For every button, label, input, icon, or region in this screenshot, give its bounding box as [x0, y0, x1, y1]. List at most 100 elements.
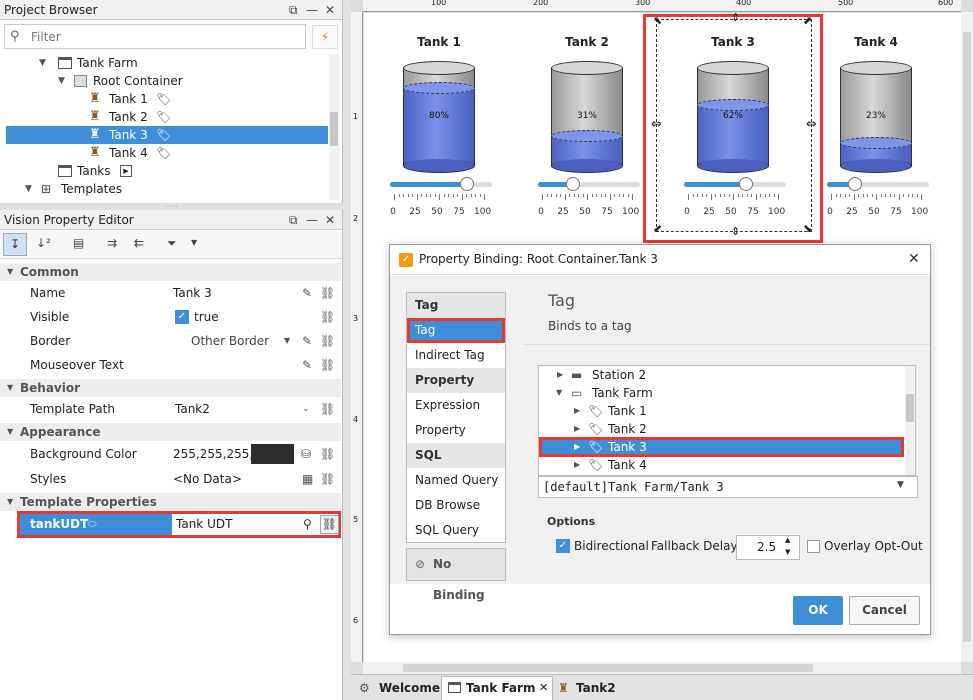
sort-category-icon[interactable]: ↧ — [3, 233, 27, 256]
paint-bucket-icon[interactable]: ⛁ — [301, 442, 311, 466]
slider-knob[interactable] — [566, 177, 580, 191]
link-icon[interactable]: ⛓ — [320, 397, 335, 421]
detail-view-icon[interactable]: ▤ — [73, 236, 84, 250]
visible-checkbox[interactable]: ✓ — [175, 310, 189, 324]
link-icon[interactable]: ⛓ — [320, 515, 339, 534]
chevron-right-icon[interactable]: ▶ — [574, 440, 580, 454]
tree-item-templates[interactable]: ▼ ⊞ Templates — [6, 180, 328, 198]
binding-option-tag[interactable]: Tag — [407, 318, 505, 343]
selection-dashed-box[interactable] — [656, 19, 812, 232]
border-select[interactable]: Other Border — [191, 329, 269, 353]
tag-tree-item-tank-1[interactable]: ▶ 🏷 Tank 1 — [539, 402, 904, 420]
chevron-down-icon[interactable]: ▼ — [191, 238, 197, 247]
link-icon[interactable]: ⛓ — [320, 467, 335, 491]
tree-item-tanks[interactable]: Tanks ▶ — [6, 162, 328, 180]
scrollbar-thumb[interactable] — [330, 112, 338, 146]
binding-option-expression[interactable]: Expression — [407, 393, 505, 418]
resize-handle-e[interactable]: ⇔ — [806, 117, 817, 132]
binding-option-indirect-tag[interactable]: Indirect Tag — [407, 343, 505, 368]
chevron-right-icon[interactable]: ▶ — [574, 402, 580, 420]
level-slider[interactable]: 0 25 50 75 100 — [534, 176, 640, 217]
scrollbar-thumb[interactable] — [963, 32, 971, 642]
resize-handle-nw[interactable]: ⬉ — [653, 14, 662, 27]
chevron-right-icon[interactable]: ▶ — [557, 366, 563, 384]
vertical-splitter[interactable] — [343, 0, 351, 700]
template-path-select[interactable]: Tank2 — [175, 397, 210, 421]
binding-option-sql-query[interactable]: SQL Query — [407, 518, 505, 543]
chevron-down-icon[interactable]: ▼ — [556, 384, 562, 402]
no-binding-button[interactable]: ⊘ No Binding — [406, 548, 506, 602]
tree-item-tank-3[interactable]: ♜ Tank 3 🏷 — [6, 126, 328, 144]
bidirectional-checkbox[interactable]: ✓ — [556, 539, 570, 553]
splitter[interactable]: ····· — [0, 203, 343, 211]
tag-path-field[interactable]: [default]Tank Farm/Tank 3 ▼ — [538, 476, 918, 498]
section-appearance[interactable]: ▼ Appearance — [0, 423, 341, 441]
link-icon[interactable]: ⛓ — [320, 305, 335, 329]
binding-option-property[interactable]: Property — [407, 418, 505, 443]
chevron-right-icon[interactable]: ▶ — [574, 420, 580, 438]
resize-handle-n[interactable]: ⇕ — [731, 11, 740, 24]
tree-item-tank-4[interactable]: ♜ Tank 4 🏷 — [6, 144, 328, 162]
close-icon[interactable]: ✕ — [325, 0, 335, 20]
section-behavior[interactable]: ▼ Behavior — [0, 379, 341, 397]
filter-input[interactable] — [31, 28, 301, 45]
tankudt-value[interactable]: Tank UDT — [176, 514, 232, 535]
search-icon[interactable]: ⚲ — [303, 514, 312, 535]
chevron-down-icon[interactable]: ▼ — [897, 480, 904, 490]
section-common[interactable]: ▼ Common — [0, 263, 341, 281]
resize-handle-ne[interactable]: ⬈ — [803, 14, 812, 27]
resize-handle-w[interactable]: ⇔ — [651, 117, 662, 132]
ok-button[interactable]: OK — [793, 596, 843, 625]
tag-tree-scrollbar[interactable] — [905, 366, 915, 475]
resize-handle-sw[interactable]: ⬋ — [653, 222, 662, 235]
minimize-icon[interactable]: — — [306, 210, 318, 230]
tag-tree-item-station-2[interactable]: ▶ ▬ Station 2 — [539, 366, 904, 384]
resize-handle-s[interactable]: ⇕ — [731, 225, 740, 238]
minimize-icon[interactable]: — — [306, 0, 318, 20]
overlay-opt-out-checkbox[interactable] — [807, 540, 820, 553]
level-slider[interactable]: 0 25 50 75 100 — [823, 176, 929, 217]
tab-tank-farm[interactable]: Tank Farm ✕ — [441, 676, 553, 700]
close-icon[interactable]: ✕ — [908, 251, 920, 267]
section-template-properties[interactable]: ▼ Template Properties — [0, 493, 341, 511]
chevron-right-icon[interactable]: ▶ — [574, 456, 580, 474]
color-swatch[interactable] — [251, 444, 294, 464]
chevron-down-icon[interactable]: ⌄ — [302, 397, 310, 421]
tab-welcome[interactable]: ⚙ Welcome — [355, 677, 441, 699]
table-edit-icon[interactable]: ▦ — [302, 467, 313, 491]
expand-all-icon[interactable]: ⇉ — [107, 236, 117, 250]
tag-tree-item-tank-3[interactable]: ▶ 🏷 Tank 3 — [539, 437, 904, 457]
fallback-delay-spinner[interactable]: 2.5 ▲ ▼ — [736, 535, 800, 560]
filter-options-button[interactable]: ⚡ — [312, 25, 338, 49]
chevron-down-icon[interactable]: ▼ — [25, 180, 32, 198]
tree-item-tank-2[interactable]: ♜ Tank 2 🏷 — [6, 108, 328, 126]
slider-knob[interactable] — [848, 177, 862, 191]
canvas-vertical-scrollbar[interactable] — [961, 12, 973, 662]
sort-alpha-icon[interactable]: ↓² — [36, 236, 51, 250]
name-value[interactable]: Tank 3 — [173, 281, 212, 305]
undock-icon[interactable]: ⧉ — [289, 210, 298, 230]
spinner-down-icon[interactable]: ▼ — [785, 548, 790, 556]
scrollbar-thumb[interactable] — [906, 394, 914, 422]
close-icon[interactable]: ✕ — [325, 210, 335, 230]
resize-handle-se[interactable]: ⬊ — [803, 222, 812, 235]
binding-option-named-query[interactable]: Named Query — [407, 468, 505, 493]
chevron-down-icon[interactable]: ▼ — [284, 329, 290, 353]
tag-tree-item-tank-2[interactable]: ▶ 🏷 Tank 2 — [539, 420, 904, 438]
link-icon[interactable]: ⛓ — [320, 281, 335, 305]
spinner-up-icon[interactable]: ▲ — [785, 536, 790, 544]
tree-item-tank-1[interactable]: ♜ Tank 1 🏷 — [6, 90, 328, 108]
tab-tank2[interactable]: ♜ Tank2 — [556, 677, 626, 699]
tag-tree-item-tank-4[interactable]: ▶ 🏷 Tank 4 — [539, 456, 904, 474]
chevron-down-icon[interactable]: ▼ — [39, 54, 46, 72]
link-icon[interactable]: ⛓ — [320, 329, 335, 353]
pencil-icon[interactable]: ✎ — [302, 329, 312, 353]
tag-tree-item-tank-farm[interactable]: ▼ ▭ Tank Farm — [539, 384, 904, 402]
binding-option-db-browse[interactable]: DB Browse — [407, 493, 505, 518]
tree-item-root-container[interactable]: ▼ Root Container — [6, 72, 328, 90]
link-icon[interactable]: ⛓ — [320, 353, 335, 377]
slider-knob[interactable] — [460, 177, 474, 191]
filter-field[interactable]: ⚲ — [4, 24, 306, 49]
chevron-down-icon[interactable]: ▼ — [58, 72, 65, 90]
pencil-icon[interactable]: ✎ — [302, 281, 312, 305]
